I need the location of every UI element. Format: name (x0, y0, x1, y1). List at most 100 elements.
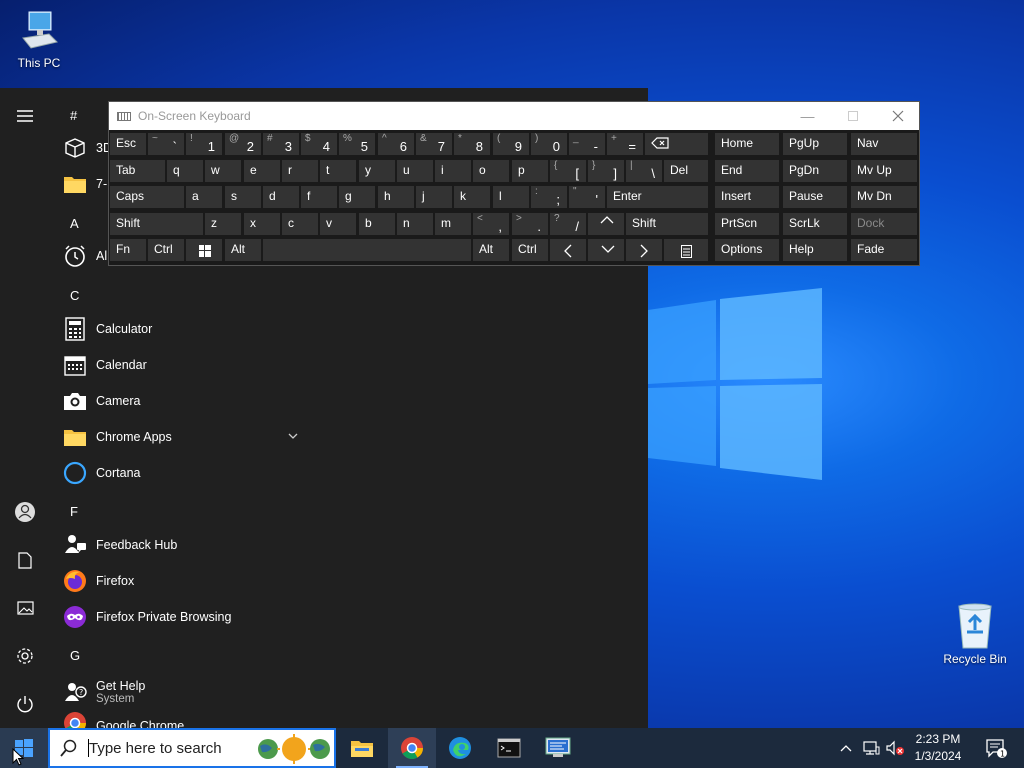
key-g[interactable]: g (338, 185, 376, 209)
show-hidden-icons-button[interactable] (836, 728, 856, 768)
app-item-calculator[interactable]: Calculator (62, 312, 312, 346)
osk-title-bar[interactable]: On-Screen Keyboard — (109, 102, 919, 130)
key-t[interactable]: t (319, 159, 357, 183)
key-v[interactable]: v (319, 212, 357, 236)
letter-header-hash[interactable]: # (70, 108, 77, 123)
app-item-firefox[interactable]: Firefox (62, 564, 312, 598)
key-a[interactable]: a (185, 185, 223, 209)
key-backspace[interactable] (644, 132, 709, 156)
app-item-firefox-private[interactable]: Firefox Private Browsing (62, 600, 312, 634)
key-p[interactable]: p (511, 159, 549, 183)
expand-menu-button[interactable] (0, 94, 50, 138)
app-item-feedback-hub[interactable]: Feedback Hub (62, 528, 312, 562)
key-space[interactable] (262, 238, 472, 262)
network-tray-icon[interactable] (860, 728, 882, 768)
taskbar-edge[interactable] (436, 728, 484, 768)
key-k[interactable]: k (453, 185, 491, 209)
key-=[interactable]: + = (606, 132, 644, 156)
key-f[interactable]: f (300, 185, 338, 209)
key-4[interactable]: $4 (300, 132, 338, 156)
key-i[interactable]: i (434, 159, 472, 183)
key-backslash[interactable]: | \ (625, 159, 663, 183)
key-arrow-up[interactable] (587, 212, 625, 236)
key-arrow-down[interactable] (587, 238, 625, 262)
key-ctrl[interactable]: Ctrl (147, 238, 185, 262)
key-esc[interactable]: Esc (109, 132, 147, 156)
key-w[interactable]: w (204, 159, 242, 183)
pictures-button[interactable] (0, 586, 50, 630)
letter-header-a[interactable]: A (70, 216, 79, 231)
key-nav[interactable]: Nav (850, 132, 918, 156)
key-y[interactable]: y (358, 159, 396, 183)
key-1[interactable]: ! 1 (185, 132, 223, 156)
key-windows[interactable] (185, 238, 223, 262)
key-context-menu[interactable] (663, 238, 709, 262)
action-center-button[interactable]: 1 (976, 728, 1016, 768)
maximize-button[interactable] (830, 102, 875, 130)
key-mv-up[interactable]: Mv Up (850, 159, 918, 183)
key-n[interactable]: n (396, 212, 434, 236)
key-`[interactable]: ~ ` (147, 132, 185, 156)
app-item-google-chrome[interactable]: Google Chrome (62, 710, 312, 728)
key-caps[interactable]: Caps (109, 185, 185, 209)
app-item-calendar[interactable]: Calendar (62, 348, 312, 382)
key-shift[interactable]: Shift (625, 212, 709, 236)
key-arrow-left[interactable] (549, 238, 587, 262)
key-'[interactable]: " ' (568, 185, 606, 209)
documents-button[interactable] (0, 538, 50, 582)
key-d[interactable]: d (262, 185, 300, 209)
key-9[interactable]: (9 (492, 132, 530, 156)
desktop-icon-this-pc[interactable]: This PC (0, 10, 78, 70)
key-l[interactable]: l (492, 185, 530, 209)
letter-header-c[interactable]: C (70, 288, 79, 303)
key-3[interactable]: #3 (262, 132, 300, 156)
key-enter[interactable]: Enter (606, 185, 709, 209)
key--[interactable]: _ - (568, 132, 606, 156)
key-scrlk[interactable]: ScrLk (782, 212, 848, 236)
app-item-cortana[interactable]: Cortana (62, 456, 312, 490)
desktop-icon-recycle-bin[interactable]: Recycle Bin (936, 600, 1014, 666)
key-j[interactable]: j (415, 185, 453, 209)
key-fade[interactable]: Fade (850, 238, 918, 262)
key-alt[interactable]: Alt (224, 238, 262, 262)
key-z[interactable]: z (204, 212, 242, 236)
taskbar-search-box[interactable]: Type here to search (48, 728, 336, 768)
key-m[interactable]: m (434, 212, 472, 236)
search-highlight-icon[interactable] (256, 734, 332, 764)
taskbar-remote-desktop[interactable] (534, 728, 582, 768)
key-mv-dn[interactable]: Mv Dn (850, 185, 918, 209)
key-b[interactable]: b (358, 212, 396, 236)
key-alt[interactable]: Alt (472, 238, 510, 262)
taskbar-chrome[interactable] (388, 728, 436, 768)
key-fn[interactable]: Fn (109, 238, 147, 262)
key-s[interactable]: s (224, 185, 262, 209)
power-button[interactable] (0, 682, 50, 726)
key-help[interactable]: Help (782, 238, 848, 262)
key-pause[interactable]: Pause (782, 185, 848, 209)
taskbar-file-explorer[interactable] (338, 728, 386, 768)
key-options[interactable]: Options (714, 238, 780, 262)
key-shift[interactable]: Shift (109, 212, 204, 236)
minimize-button[interactable]: — (785, 102, 830, 130)
key-del[interactable]: Del (663, 159, 709, 183)
key-r[interactable]: r (281, 159, 319, 183)
key-8[interactable]: * 8 (453, 132, 491, 156)
key-end[interactable]: End (714, 159, 780, 183)
key-,[interactable]: <, (472, 212, 510, 236)
key-q[interactable]: q (166, 159, 204, 183)
key-7[interactable]: & 7 (415, 132, 453, 156)
app-item-camera[interactable]: Camera (62, 384, 312, 418)
letter-header-f[interactable]: F (70, 504, 78, 519)
key-prtscn[interactable]: PrtScn (714, 212, 780, 236)
key-insert[interactable]: Insert (714, 185, 780, 209)
close-button[interactable] (875, 102, 920, 130)
key-ctrl[interactable]: Ctrl (511, 238, 549, 262)
app-item-chrome-apps[interactable]: Chrome Apps (62, 420, 312, 454)
key-6[interactable]: ^ 6 (377, 132, 415, 156)
key-c[interactable]: c (281, 212, 319, 236)
key-home[interactable]: Home (714, 132, 780, 156)
letter-header-g[interactable]: G (70, 648, 80, 663)
key-0[interactable]: ) 0 (530, 132, 568, 156)
key-pgdn[interactable]: PgDn (782, 159, 848, 183)
key-h[interactable]: h (377, 185, 415, 209)
